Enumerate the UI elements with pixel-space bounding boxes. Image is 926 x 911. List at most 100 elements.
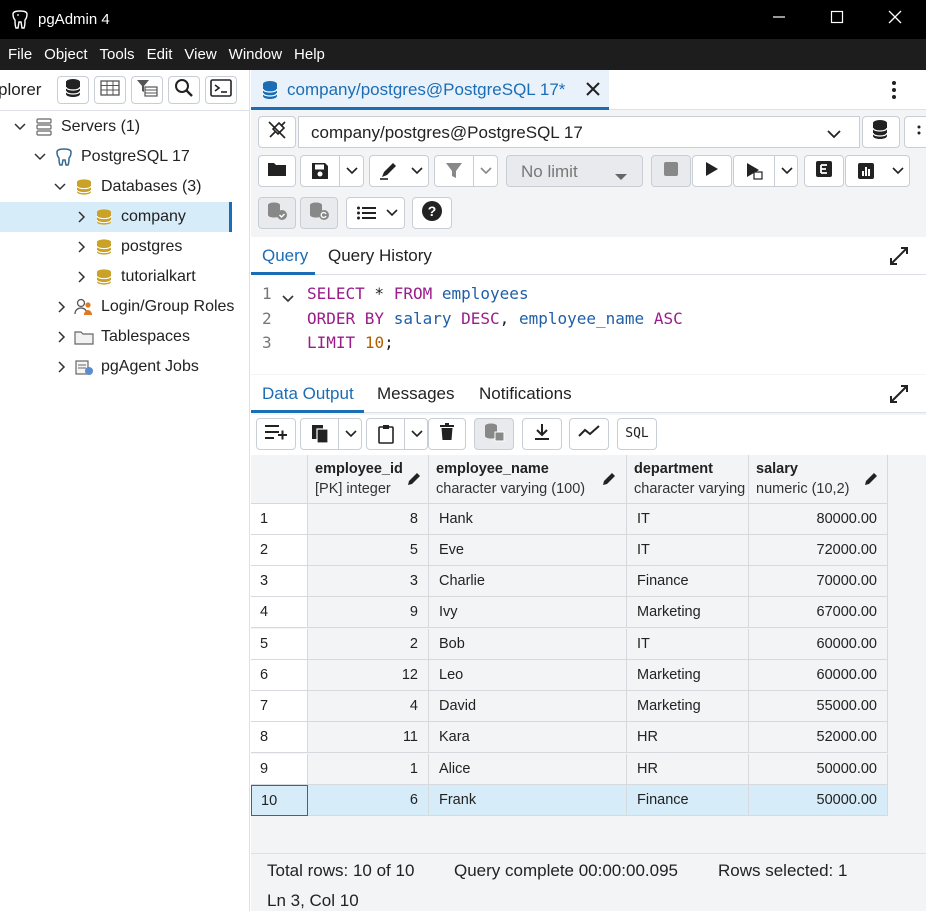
cell-employee-id[interactable]: 1 xyxy=(308,754,429,785)
tree-item-login-group-roles[interactable]: Login/Group Roles xyxy=(0,292,234,322)
close-tab-icon[interactable] xyxy=(586,82,600,101)
cell-salary[interactable]: 50000.00 xyxy=(749,754,888,785)
chevron-down-icon[interactable] xyxy=(381,198,403,228)
table-row[interactable]: 7 4 David Marketing 55000.00 xyxy=(251,691,888,722)
chevron-down-icon[interactable] xyxy=(774,156,798,186)
tab-query[interactable]: Query xyxy=(262,246,308,266)
commit-button[interactable] xyxy=(258,197,296,229)
cell-salary[interactable]: 60000.00 xyxy=(749,629,888,660)
table-row[interactable]: 9 1 Alice HR 50000.00 xyxy=(251,754,888,785)
close-window-button[interactable] xyxy=(866,0,924,39)
tree-item-servers[interactable]: Servers (1) xyxy=(0,112,232,142)
cell-department[interactable]: Marketing xyxy=(627,660,749,691)
chevron-right-icon[interactable] xyxy=(55,330,69,344)
cell-department[interactable]: Marketing xyxy=(627,597,749,628)
chevron-down-icon[interactable] xyxy=(886,156,910,186)
cell-employee-name[interactable]: Leo xyxy=(429,660,627,691)
cell-employee-name[interactable]: Kara xyxy=(429,722,627,753)
edit-menu-button[interactable] xyxy=(369,155,429,187)
chevron-down-icon[interactable] xyxy=(338,419,362,449)
menu-file[interactable]: File xyxy=(2,39,38,70)
tree-item-tablespaces[interactable]: Tablespaces xyxy=(0,322,232,352)
open-file-button[interactable] xyxy=(258,155,296,187)
row-number[interactable]: 8 xyxy=(251,722,308,753)
table-row[interactable]: 1 8 Hank IT 80000.00 xyxy=(251,504,888,535)
row-number[interactable]: 9 xyxy=(251,754,308,785)
expand-icon[interactable] xyxy=(889,384,909,409)
stop-button[interactable] xyxy=(651,155,691,187)
query-tool-button[interactable] xyxy=(57,76,89,104)
cell-employee-name[interactable]: Frank xyxy=(429,785,627,816)
tab-notifications[interactable]: Notifications xyxy=(479,384,572,404)
pencil-icon[interactable] xyxy=(407,472,421,491)
cell-employee-id[interactable]: 5 xyxy=(308,535,429,566)
query-tab[interactable]: company/postgres@PostgreSQL 17* xyxy=(251,70,609,110)
chevron-down-icon[interactable] xyxy=(339,156,364,186)
cell-salary[interactable]: 52000.00 xyxy=(749,722,888,753)
minimize-button[interactable] xyxy=(750,0,808,39)
cell-employee-name[interactable]: Eve xyxy=(429,535,627,566)
chevron-down-icon[interactable] xyxy=(473,156,498,186)
cell-employee-name[interactable]: David xyxy=(429,691,627,722)
pencil-icon[interactable] xyxy=(602,472,616,491)
cell-employee-name[interactable]: Hank xyxy=(429,504,627,535)
delete-button[interactable] xyxy=(428,418,466,450)
tab-data-output[interactable]: Data Output xyxy=(262,384,354,404)
filter-button[interactable] xyxy=(434,155,498,187)
cell-employee-id[interactable]: 6 xyxy=(308,785,429,816)
column-header-employee-name[interactable]: employee_name character varying (100) xyxy=(429,455,627,504)
macros-button[interactable] xyxy=(346,197,405,229)
cell-salary[interactable]: 55000.00 xyxy=(749,691,888,722)
tree-item-databases[interactable]: Databases (3) xyxy=(0,172,232,202)
sql-editor[interactable]: 1 2 3 SELECT * FROM employees ORDER BY s… xyxy=(251,275,926,374)
cell-employee-name[interactable]: Bob xyxy=(429,629,627,660)
chevron-right-icon[interactable] xyxy=(75,270,89,284)
table-row[interactable]: 5 2 Bob IT 60000.00 xyxy=(251,629,888,660)
menu-view[interactable]: View xyxy=(178,39,222,70)
cell-employee-id[interactable]: 11 xyxy=(308,722,429,753)
cell-department[interactable]: Finance xyxy=(627,785,749,816)
cell-salary[interactable]: 80000.00 xyxy=(749,504,888,535)
pencil-icon[interactable] xyxy=(864,472,878,491)
tree-item-postgresql-17[interactable]: PostgreSQL 17 xyxy=(0,142,232,172)
tree-item-postgres[interactable]: postgres xyxy=(0,232,232,262)
menu-help[interactable]: Help xyxy=(288,39,331,70)
chevron-right-icon[interactable] xyxy=(55,300,69,314)
maximize-button[interactable] xyxy=(808,0,866,39)
connection-select[interactable]: company/postgres@PostgreSQL 17 xyxy=(298,116,860,148)
menu-window[interactable]: Window xyxy=(223,39,288,70)
cell-salary[interactable]: 72000.00 xyxy=(749,535,888,566)
cell-employee-name[interactable]: Ivy xyxy=(429,597,627,628)
tab-query-history[interactable]: Query History xyxy=(328,246,432,266)
explain-plan-button[interactable] xyxy=(804,155,844,187)
cell-salary[interactable]: 67000.00 xyxy=(749,597,888,628)
row-number[interactable]: 3 xyxy=(251,566,308,597)
row-number-header[interactable] xyxy=(251,455,308,504)
row-number[interactable]: 7 xyxy=(251,691,308,722)
tab-messages[interactable]: Messages xyxy=(377,384,454,404)
chevron-down-icon[interactable] xyxy=(406,156,428,186)
execute-button[interactable] xyxy=(692,155,732,187)
column-header-employee-id[interactable]: employee_id [PK] integer xyxy=(308,455,429,504)
cell-employee-id[interactable]: 2 xyxy=(308,629,429,660)
overflow-button[interactable] xyxy=(904,116,926,148)
column-header-salary[interactable]: salary numeric (10,2) xyxy=(749,455,888,504)
explain-button[interactable] xyxy=(733,155,798,187)
table-row-selected[interactable]: 10 6 Frank Finance 50000.00 xyxy=(251,785,888,816)
cell-employee-name[interactable]: Alice xyxy=(429,754,627,785)
menu-tools[interactable]: Tools xyxy=(94,39,141,70)
fold-chevron-icon[interactable] xyxy=(282,288,294,307)
chevron-down-icon[interactable] xyxy=(13,120,27,134)
filtered-rows-button[interactable] xyxy=(131,76,163,104)
add-row-button[interactable] xyxy=(256,418,296,450)
rows-limit-select[interactable]: No limit xyxy=(506,155,643,187)
cell-salary[interactable]: 60000.00 xyxy=(749,660,888,691)
chevron-down-icon[interactable] xyxy=(404,419,428,449)
cell-department[interactable]: Marketing xyxy=(627,691,749,722)
column-header-department[interactable]: department character varying xyxy=(627,455,749,504)
download-button[interactable] xyxy=(522,418,562,450)
chevron-down-icon[interactable] xyxy=(53,180,67,194)
row-number[interactable]: 10 xyxy=(251,785,308,816)
cell-employee-name[interactable]: Charlie xyxy=(429,566,627,597)
cell-department[interactable]: Finance xyxy=(627,566,749,597)
